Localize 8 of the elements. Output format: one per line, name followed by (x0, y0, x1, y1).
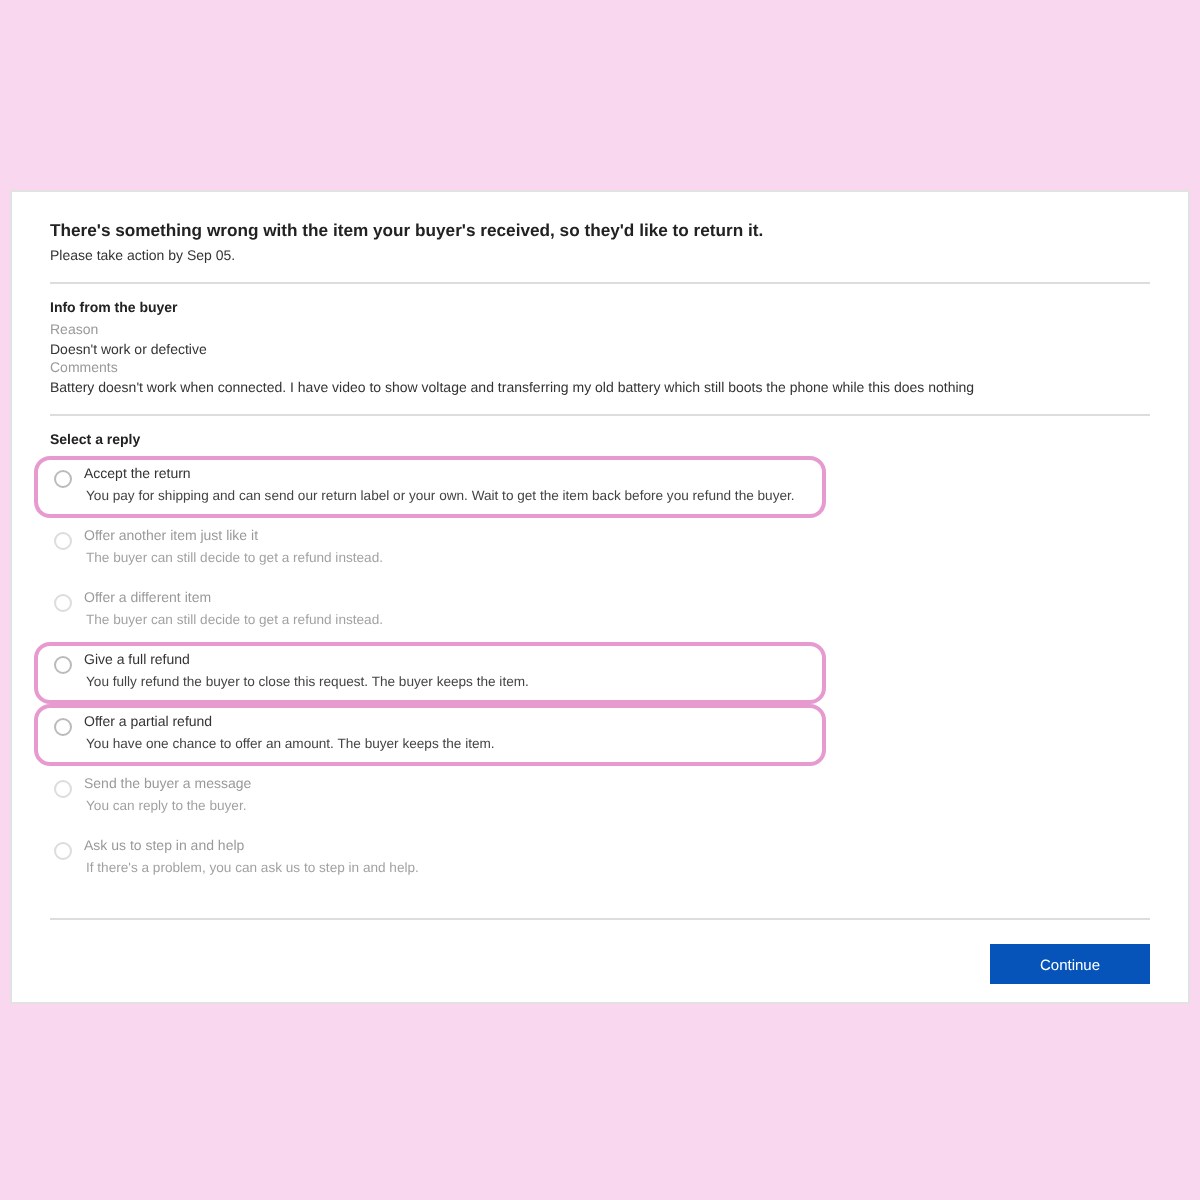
radio-button[interactable] (54, 470, 72, 488)
radio-button[interactable] (54, 532, 72, 550)
radio-button[interactable] (54, 780, 72, 798)
radio-button[interactable] (54, 718, 72, 736)
radio-button[interactable] (54, 842, 72, 860)
radio-button[interactable] (54, 656, 72, 674)
request-heading: There's something wrong with the item your buyer's received, so they'd like to return it. (50, 220, 766, 240)
radio-button[interactable] (54, 594, 72, 612)
